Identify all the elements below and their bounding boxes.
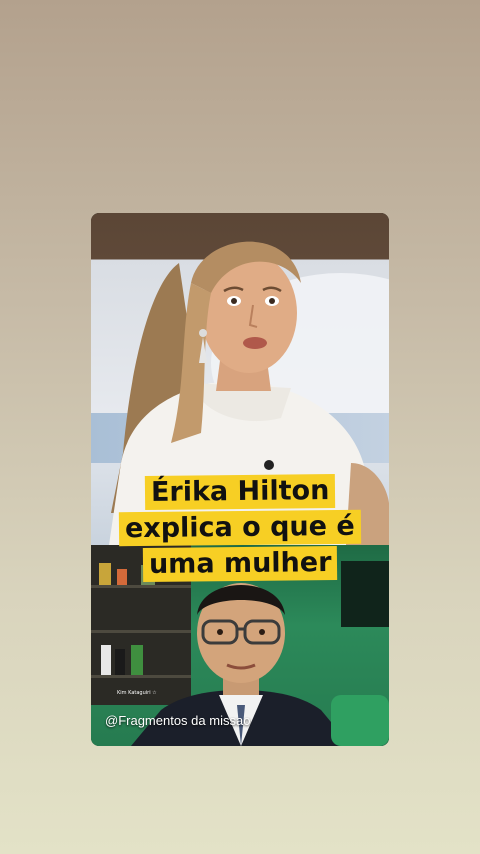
video-title: Érika Hilton explica o que é uma mulher xyxy=(107,474,373,583)
video-card[interactable]: Kim Kataguiri ☆ Érika Hilton explica o q… xyxy=(91,213,389,746)
title-line-3: uma mulher xyxy=(142,545,338,583)
title-line-2: explica o que é xyxy=(118,509,362,547)
title-line-1: Érika Hilton xyxy=(144,474,336,510)
channel-handle[interactable]: @Fragmentos da missao xyxy=(105,713,250,728)
lower-third-name: Kim Kataguiri ☆ xyxy=(117,690,157,696)
